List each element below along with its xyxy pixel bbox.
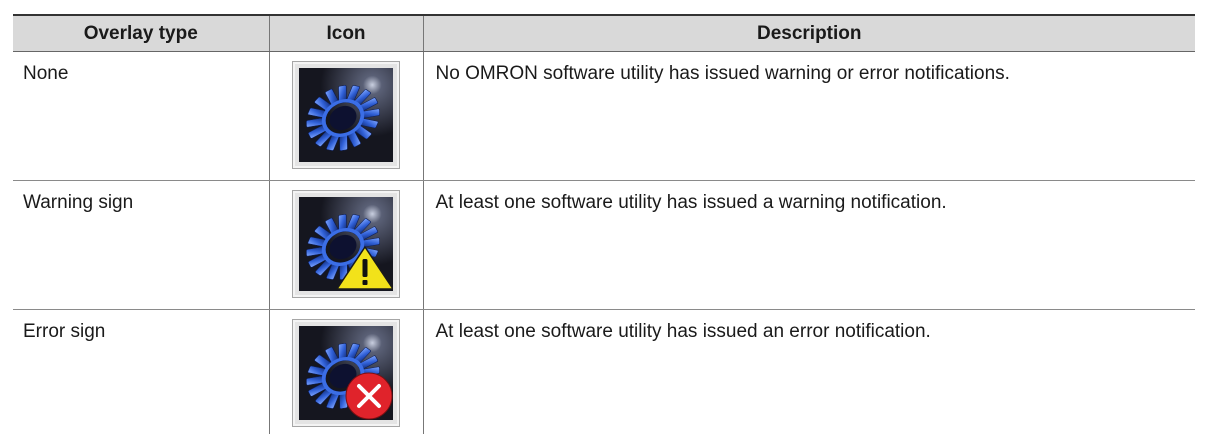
header-icon: Icon (268, 14, 424, 52)
overlay-type-cell: Warning sign (13, 180, 270, 310)
omron-utility-warning-icon (292, 190, 400, 298)
icon-cell (268, 51, 424, 181)
table-row: None No OMRON software utility has issue… (13, 51, 1195, 181)
table-row: Warning sign At least one software utili… (13, 180, 1195, 310)
description-cell: At least one software utility has issued… (422, 309, 1195, 434)
error-circle-icon (345, 372, 393, 420)
table-header-row: Overlay type Icon Description (13, 14, 1195, 52)
overlay-type-cell: None (13, 51, 270, 181)
overlay-type-cell: Error sign (13, 309, 270, 434)
header-description: Description (422, 14, 1195, 52)
icon-cell (268, 309, 424, 434)
description-cell: At least one software utility has issued… (422, 180, 1195, 310)
omron-utility-icon (292, 61, 400, 169)
header-overlay-type: Overlay type (13, 14, 270, 52)
table-row: Error sign At least one software utility… (13, 309, 1195, 434)
icon-cell (268, 180, 424, 310)
overlay-types-table: Overlay type Icon Description None No OM… (13, 14, 1195, 434)
description-cell: No OMRON software utility has issued war… (422, 51, 1195, 181)
omron-utility-error-icon (292, 319, 400, 427)
